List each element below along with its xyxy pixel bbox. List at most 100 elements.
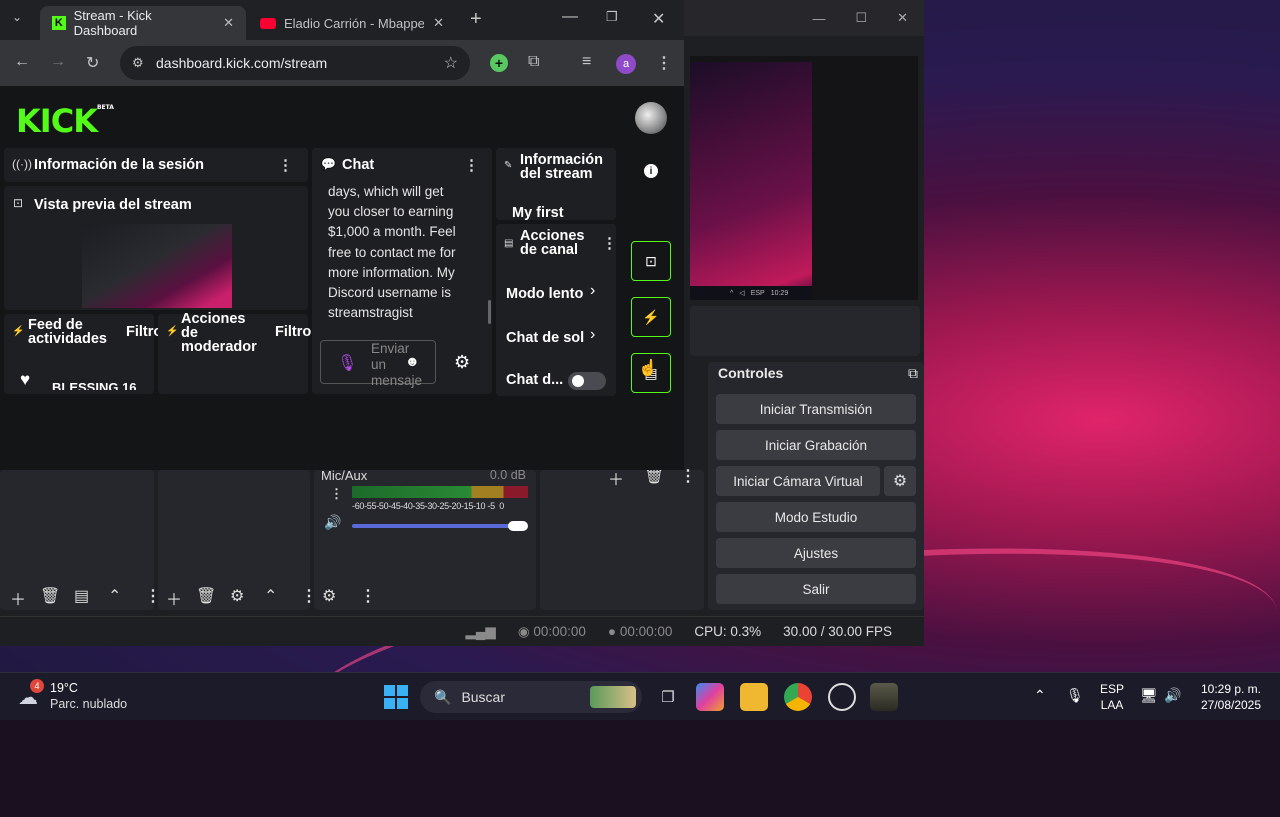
tray-chevron-icon[interactable]: ⌃	[1034, 687, 1046, 703]
back-icon[interactable]: ←	[14, 53, 30, 71]
scene-menu-icon[interactable]: ⋮	[145, 586, 161, 606]
game-app-icon[interactable]	[870, 683, 898, 711]
minimize-icon[interactable]: —	[812, 11, 825, 26]
file-explorer-icon[interactable]	[740, 683, 768, 711]
youtube-favicon	[260, 17, 276, 29]
audio-menu-icon[interactable]: ⋮	[360, 586, 376, 606]
start-stream-button[interactable]: Iniciar Transmisión	[716, 394, 916, 424]
address-bar[interactable]: ⚙ dashboard.kick.com/stream ☆	[120, 46, 470, 80]
studio-mode-button[interactable]: Modo Estudio	[716, 502, 916, 532]
site-info-icon[interactable]: ⚙	[132, 55, 144, 71]
slow-mode-item[interactable]: Modo lento	[506, 286, 583, 302]
weather-widget[interactable]: ☁ 4 19°C Parc. nublado	[18, 679, 138, 715]
close-window-icon[interactable]: ✕	[652, 9, 665, 29]
start-virtual-cam-button[interactable]: Iniciar Cámara Virtual	[716, 466, 880, 496]
tab-kick-dashboard[interactable]: K Stream - Kick Dashboard ✕	[40, 6, 246, 40]
move-up-icon[interactable]: ⌃	[108, 586, 121, 606]
volume-slider[interactable]	[352, 524, 522, 528]
fps-readout: 30.00 / 30.00 FPS	[783, 624, 892, 639]
extension-plus-icon[interactable]: +	[490, 54, 508, 72]
profile-avatar[interactable]: a	[616, 54, 636, 74]
speaker-icon[interactable]: 🔊	[324, 514, 341, 531]
source-settings-icon[interactable]: ⚙	[230, 586, 244, 606]
user-avatar[interactable]	[635, 102, 667, 134]
undock-icon[interactable]: ⧉	[908, 365, 918, 382]
language-indicator[interactable]: ESP LAA	[1100, 681, 1124, 713]
extensions-icon[interactable]: ⧉	[528, 53, 539, 71]
weather-desc: Parc. nublado	[50, 697, 128, 711]
channel-menu-icon[interactable]: ⋮	[602, 234, 617, 252]
quick-action-button[interactable]: ⚡	[631, 297, 671, 337]
clock[interactable]: 10:29 p. m. 27/08/2025	[1192, 681, 1270, 713]
obs-icon[interactable]	[828, 683, 856, 711]
lang-code: ESP	[1100, 682, 1125, 696]
obs-statusbar: ▂▄▆ ◉ 00:00:00 ● 00:00:00 CPU: 0.3% 30.0…	[0, 616, 924, 646]
audio-settings-icon[interactable]: ⚙	[322, 586, 336, 606]
add-source-icon[interactable]: ＋	[166, 586, 182, 610]
sub-chat-item[interactable]: Chat de sol	[506, 330, 584, 346]
screenshot-button[interactable]: ⊡	[631, 241, 671, 281]
source-menu-icon[interactable]: ⋮	[301, 586, 317, 606]
source-up-icon[interactable]: ⌃	[264, 586, 277, 606]
chat-line: Discord username is	[328, 285, 452, 301]
remove-source-icon[interactable]: 🗑	[196, 586, 216, 606]
session-menu-icon[interactable]: ⋮	[278, 156, 293, 174]
settings-button[interactable]: Ajustes	[716, 538, 916, 568]
session-info-panel: ((·)) Información de la sesión ⋮	[4, 148, 308, 182]
emoji-icon[interactable]: ☻	[405, 353, 420, 369]
start-recording-button[interactable]: Iniciar Grabación	[716, 430, 916, 460]
close-icon[interactable]: ✕	[897, 10, 908, 26]
tab-title: Eladio Carrión - Mbappe (	[284, 15, 424, 31]
kick-logo[interactable]: KICKBETA	[16, 102, 114, 140]
tab-youtube[interactable]: Eladio Carrión - Mbappe ( ✕	[248, 6, 456, 40]
volume-meter	[352, 486, 528, 498]
network-icon[interactable]: 🖥	[1140, 687, 1158, 703]
microphone-icon[interactable]: 🎙	[337, 353, 357, 373]
add-scene-icon[interactable]: ＋	[10, 586, 26, 610]
taskbar-search[interactable]: 🔍 Buscar	[420, 681, 642, 713]
new-tab-icon[interactable]: +	[470, 8, 482, 31]
chat-menu-icon[interactable]: ⋮	[464, 156, 479, 174]
audio-mixer-panel: Mic/Aux 0.0 dB ⋮ -60-55-50-45-40-35-30-2…	[314, 468, 536, 610]
tab-search-icon[interactable]: ⌄	[12, 10, 22, 24]
stream-preview-panel: ⊡ Vista previa del stream	[4, 186, 308, 310]
reload-icon[interactable]: ↻	[86, 53, 99, 73]
controls-header: Controles ⧉	[710, 362, 922, 384]
volume-icon[interactable]: 🔊	[1164, 687, 1181, 703]
chat-toggle[interactable]	[568, 372, 606, 390]
mod-filter-button[interactable]: Filtro	[275, 324, 311, 340]
browser-toolbar: ← → ↻ ⚙ dashboard.kick.com/stream ☆ + ⧉ …	[0, 40, 684, 86]
minimize-icon[interactable]: —	[562, 8, 578, 26]
mixer-menu-icon[interactable]: ⋮	[330, 486, 343, 502]
mod-actions-title: Acciones de moderador	[181, 311, 257, 355]
obs-preview-canvas[interactable]	[690, 62, 812, 300]
info-icon[interactable]: i	[644, 164, 658, 178]
remove-scene-icon[interactable]: 🗑	[40, 586, 60, 606]
close-tab-icon[interactable]: ✕	[223, 15, 234, 31]
chrome-icon[interactable]	[784, 683, 812, 711]
stream-title-value[interactable]: My first	[512, 205, 564, 221]
activity-filter-button[interactable]: Filtro	[126, 324, 162, 340]
exit-button[interactable]: Salir	[716, 574, 916, 604]
volume-slider-handle[interactable]	[508, 521, 528, 531]
chat-scrollbar[interactable]	[488, 300, 491, 324]
close-tab-icon[interactable]: ✕	[433, 15, 444, 31]
stream-preview-thumbnail[interactable]	[82, 224, 232, 308]
bookmark-star-icon[interactable]: ☆	[444, 53, 458, 73]
tray-mic-icon[interactable]: 🎙	[1066, 687, 1084, 703]
chat-line: free to contact me for	[328, 244, 456, 260]
restore-icon[interactable]: ❐	[606, 9, 618, 25]
chrome-menu-icon[interactable]: ⋮	[656, 53, 672, 73]
chat-input[interactable]: 🎙 Enviar un mensaje ☻	[320, 340, 436, 388]
virtual-cam-settings-icon[interactable]: ⚙	[884, 466, 916, 496]
filter-scene-icon[interactable]: ▤	[74, 586, 89, 606]
copilot-icon[interactable]	[696, 683, 724, 711]
task-view-icon[interactable]: ❐	[654, 683, 682, 711]
media-control-icon[interactable]: ≡	[582, 53, 591, 71]
activity-feed-title: Feed de actividades	[28, 317, 107, 347]
start-icon[interactable]	[382, 683, 410, 711]
chat-settings-icon[interactable]: ⚙	[454, 352, 470, 373]
forward-icon[interactable]: →	[50, 53, 66, 71]
maximize-icon[interactable]: ☐	[855, 10, 867, 26]
mixer-db: 0.0 dB	[489, 468, 526, 482]
